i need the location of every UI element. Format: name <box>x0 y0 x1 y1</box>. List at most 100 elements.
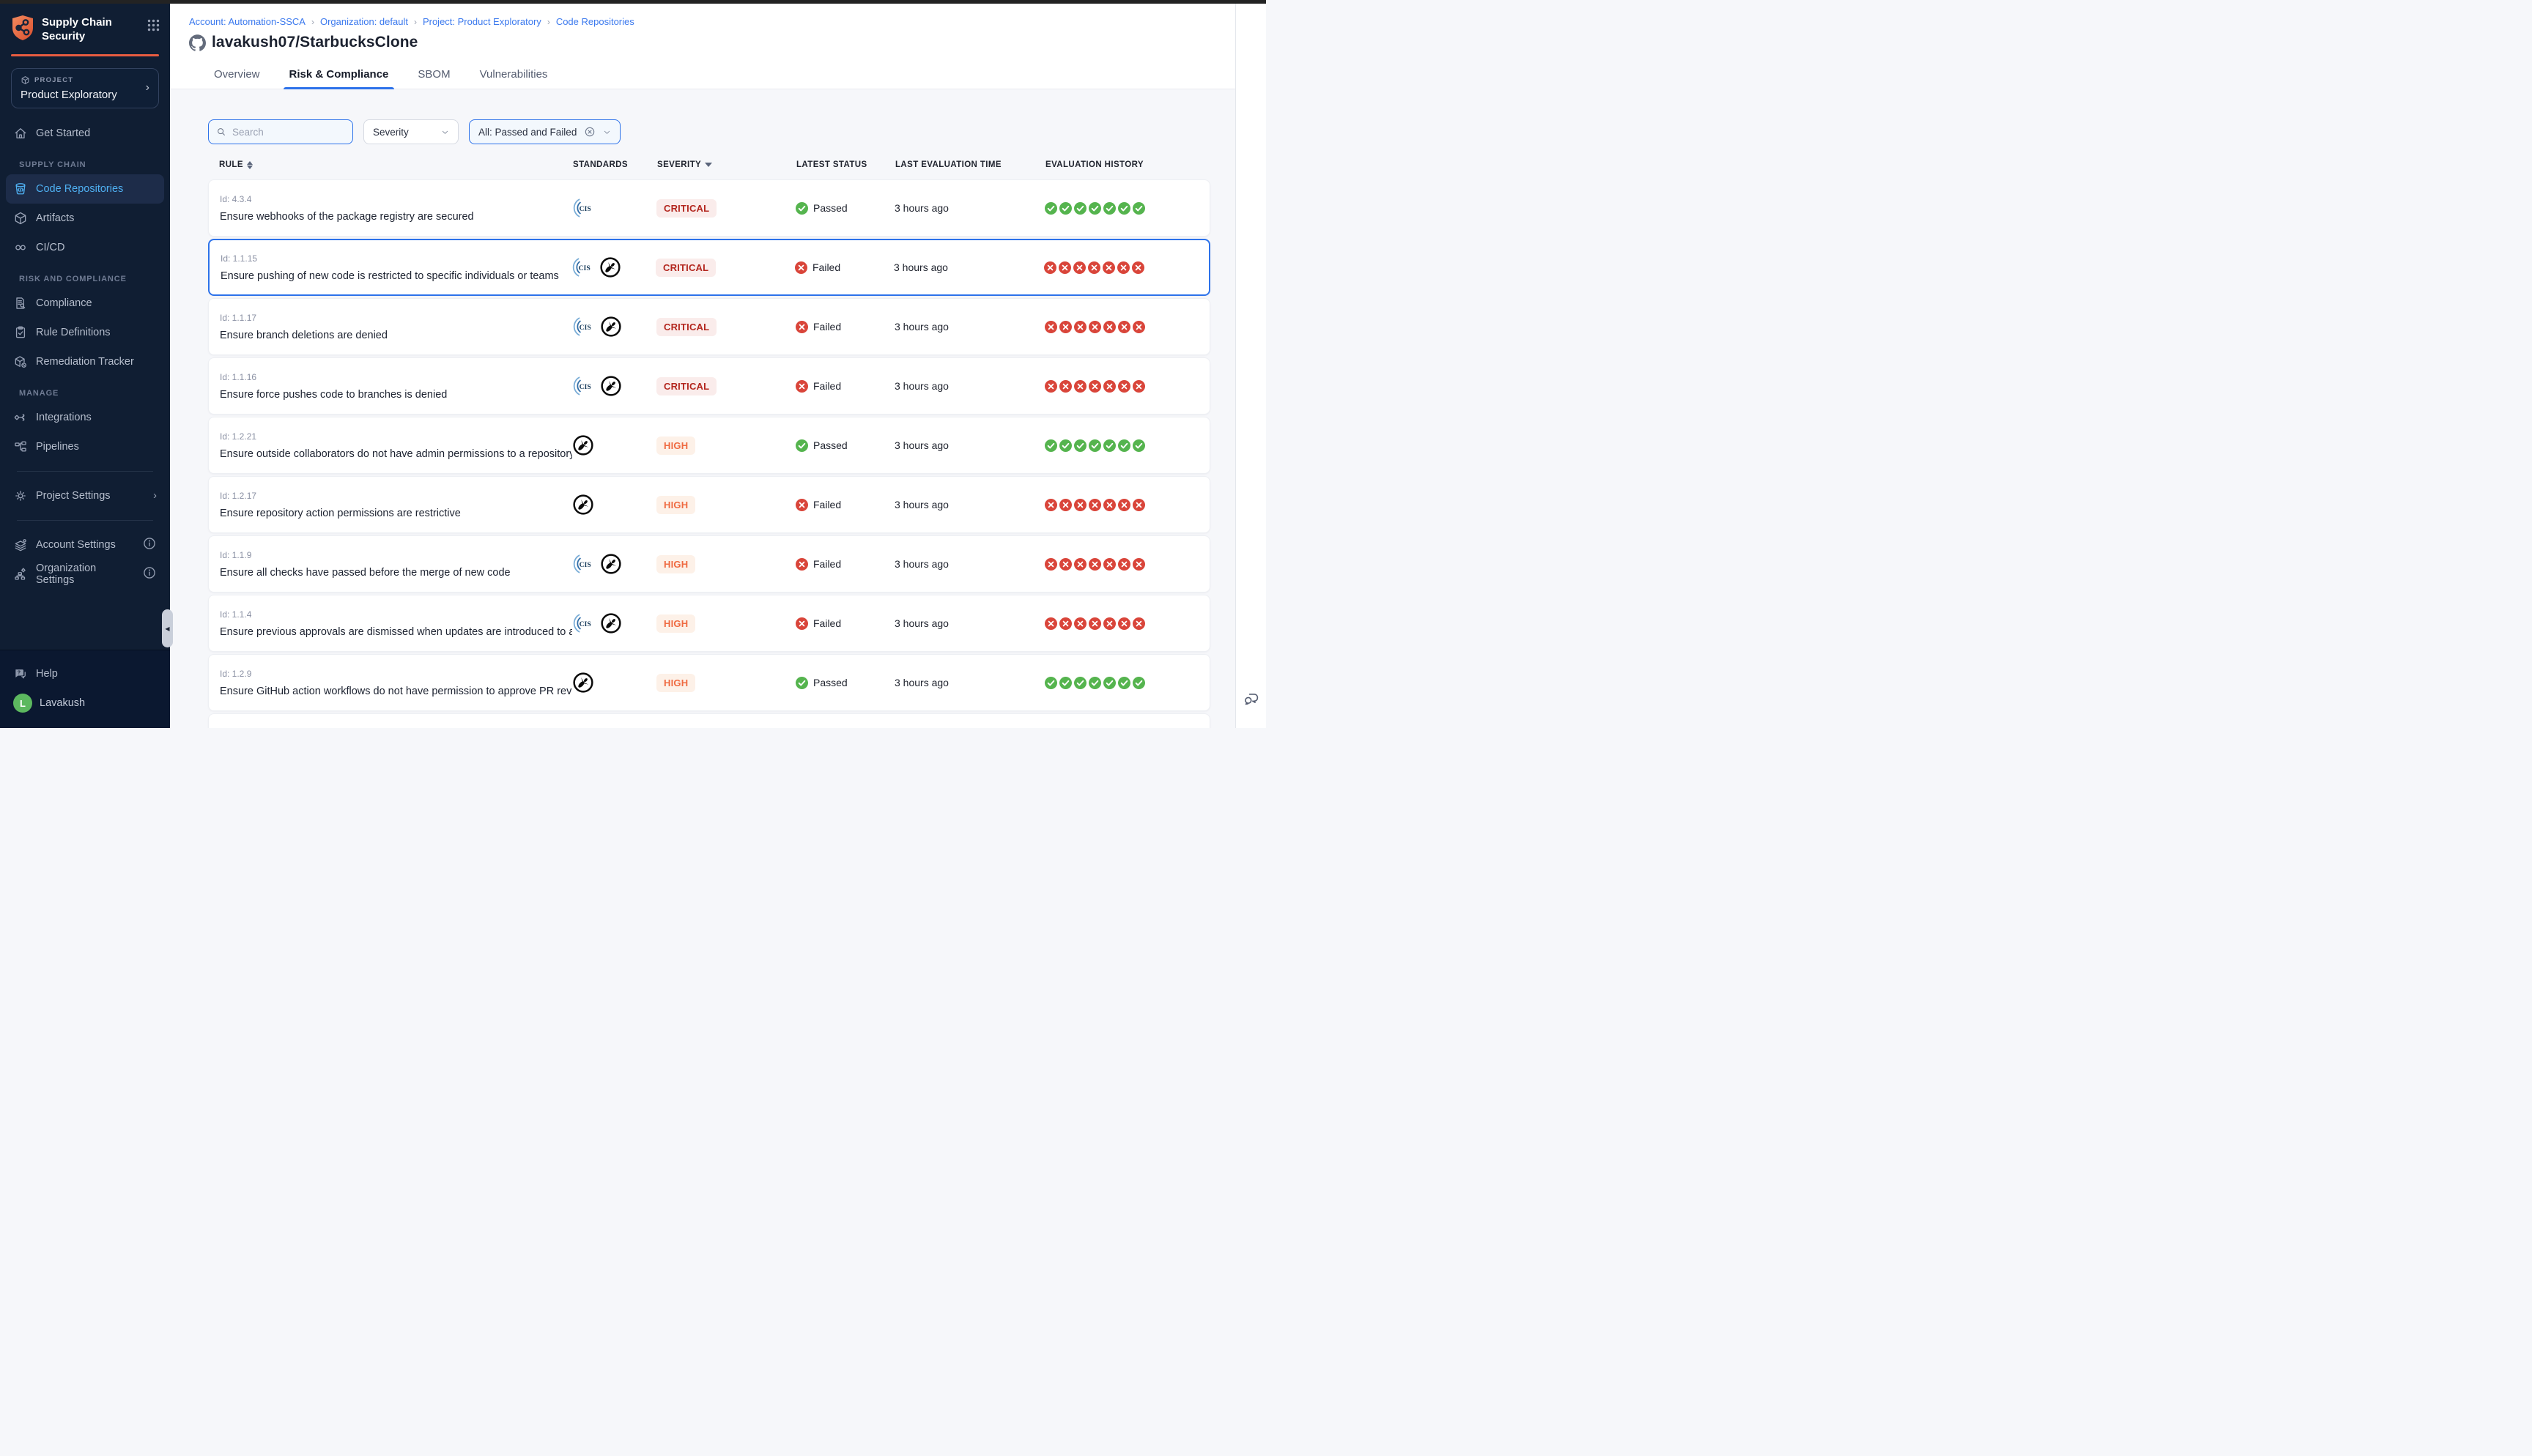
passed-check-icon <box>1103 202 1116 215</box>
table-row[interactable]: Id: 1.2.9 Ensure GitHub action workflows… <box>208 654 1210 711</box>
failed-x-icon <box>1133 499 1145 511</box>
tab-vulnerabilities[interactable]: Vulnerabilities <box>478 62 549 89</box>
status-label: Failed <box>813 558 841 570</box>
failed-x-icon <box>1118 499 1130 511</box>
status-label: Passed <box>813 202 848 214</box>
tab-overview[interactable]: Overview <box>212 62 262 89</box>
rule-id: Id: 4.3.4 <box>220 194 572 204</box>
failed-x-icon <box>1133 617 1145 630</box>
status-filter-label: All: Passed and Failed <box>478 127 577 138</box>
sidebar-item-remediation-tracker[interactable]: Remediation Tracker <box>6 347 164 376</box>
sidebar-item-organization-settings[interactable]: Organization Settings <box>6 560 164 589</box>
search-input[interactable] <box>232 127 345 138</box>
passed-check-icon <box>1133 202 1145 215</box>
table-row[interactable]: Id: 1.1.17 Ensure branch deletions are d… <box>208 298 1210 355</box>
evaluation-history <box>1045 677 1210 689</box>
failed-x-icon <box>796 617 808 630</box>
breadcrumb-separator: › <box>547 17 550 27</box>
failed-x-icon <box>1103 261 1115 274</box>
rule-id: Id: 1.2.9 <box>220 669 572 679</box>
status-cell: Failed <box>795 261 894 274</box>
table-row[interactable]: Id: 1.2.17 Ensure repository action perm… <box>208 476 1210 533</box>
table-row[interactable]: Id: 1.1.16 Ensure force pushes code to b… <box>208 357 1210 415</box>
sidebar-item-code-repositories[interactable]: Code Repositories <box>6 174 164 204</box>
sort-icon <box>247 161 253 169</box>
column-evaluation-history: EVALUATION HISTORY <box>1045 160 1210 169</box>
user-menu[interactable]: L Lavakush <box>6 688 164 718</box>
support-chat-icon <box>1242 689 1261 708</box>
rule-definitions-icon <box>13 325 28 340</box>
sidebar-item-project-settings[interactable]: Project Settings › <box>6 481 164 510</box>
table-row[interactable]: Id: 1.1.15 Ensure pushing of new code is… <box>208 239 1210 296</box>
status-icon <box>796 677 808 689</box>
org-chart-icon <box>13 567 28 582</box>
project-switcher[interactable]: PROJECT Product Exploratory › <box>11 68 159 108</box>
rule-text: Ensure outside collaborators do not have… <box>220 448 572 460</box>
status-label: Failed <box>813 321 841 333</box>
failed-x-icon <box>1059 261 1071 274</box>
section-manage: MANAGE <box>6 376 164 403</box>
status-cell: Failed <box>796 380 895 393</box>
chevron-down-icon <box>441 128 449 136</box>
breadcrumb-account[interactable]: Account: Automation-SSCA <box>189 16 306 27</box>
apps-grid-icon[interactable] <box>147 15 160 35</box>
status-label: Failed <box>813 617 841 629</box>
breadcrumb-organization[interactable]: Organization: default <box>320 16 408 27</box>
column-rule[interactable]: RULE <box>208 160 573 169</box>
failed-x-icon <box>1103 499 1116 511</box>
failed-x-icon <box>1103 380 1116 393</box>
sidebar-item-account-settings[interactable]: Account Settings <box>6 530 164 560</box>
failed-x-icon <box>1133 321 1145 333</box>
table-row[interactable]: Id: 1.1.9 Ensure all checks have passed … <box>208 535 1210 593</box>
tab-sbom[interactable]: SBOM <box>416 62 451 89</box>
table-row[interactable]: Id: 1.1.5 CIS HIGH Failed 3 hou <box>208 713 1210 728</box>
chevron-right-icon: › <box>153 490 157 502</box>
rule-text: Ensure webhooks of the package registry … <box>220 211 572 223</box>
sidebar-item-cicd[interactable]: CI/CD <box>6 233 164 262</box>
breadcrumb-code-repositories[interactable]: Code Repositories <box>556 16 634 27</box>
project-name: Product Exploratory <box>21 89 146 101</box>
passed-check-icon <box>1089 439 1101 452</box>
rule-text: Ensure previous approvals are dismissed … <box>220 626 572 638</box>
failed-x-icon <box>1117 261 1130 274</box>
cis-standard-icon: CIS <box>572 375 594 397</box>
failed-x-icon <box>1045 499 1057 511</box>
passed-check-icon <box>1103 677 1116 689</box>
gear-icon <box>13 489 28 503</box>
sidebar-item-help[interactable]: ? Help <box>6 659 164 688</box>
collapse-sidebar-handle[interactable]: ◀ <box>162 609 173 647</box>
breadcrumb-project[interactable]: Project: Product Exploratory <box>423 16 541 27</box>
status-icon <box>795 261 807 274</box>
sidebar-item-integrations[interactable]: Integrations <box>6 403 164 432</box>
owasp-standard-icon <box>600 553 622 575</box>
owasp-standard-icon <box>600 316 622 338</box>
status-label: Failed <box>812 261 840 273</box>
standards-cell <box>572 494 656 516</box>
status-filter-dropdown[interactable]: All: Passed and Failed <box>469 119 621 144</box>
tab-risk-compliance[interactable]: Risk & Compliance <box>288 62 390 89</box>
table-row[interactable]: Id: 1.2.21 Ensure outside collaborators … <box>208 417 1210 474</box>
severity-filter-label: Severity <box>373 127 409 138</box>
sidebar-item-label: Help <box>36 668 58 680</box>
sidebar-item-get-started[interactable]: Get Started <box>6 119 164 148</box>
passed-check-icon <box>796 202 808 215</box>
table-row[interactable]: Id: 1.1.4 Ensure previous approvals are … <box>208 595 1210 652</box>
evaluation-history <box>1045 439 1210 452</box>
right-rail <box>1235 4 1266 728</box>
table-row[interactable]: Id: 4.3.4 Ensure webhooks of the package… <box>208 179 1210 237</box>
sidebar-item-artifacts[interactable]: Artifacts <box>6 204 164 233</box>
column-severity[interactable]: SEVERITY <box>657 160 796 169</box>
sidebar-item-label: Artifacts <box>36 212 74 224</box>
sidebar-item-pipelines[interactable]: Pipelines <box>6 432 164 461</box>
failed-x-icon <box>1132 261 1144 274</box>
severity-filter-dropdown[interactable]: Severity <box>363 119 459 144</box>
sidebar-item-compliance[interactable]: Compliance <box>6 289 164 318</box>
support-chat-button[interactable] <box>1242 689 1261 712</box>
sidebar-item-rule-definitions[interactable]: Rule Definitions <box>6 318 164 347</box>
clear-filter-icon[interactable] <box>584 126 596 138</box>
passed-check-icon <box>1118 202 1130 215</box>
passed-check-icon <box>1074 439 1087 452</box>
standards-cell: CIS <box>572 553 656 575</box>
sidebar-item-label: Organization Settings <box>36 562 134 586</box>
sidebar-item-label: Pipelines <box>36 441 79 453</box>
